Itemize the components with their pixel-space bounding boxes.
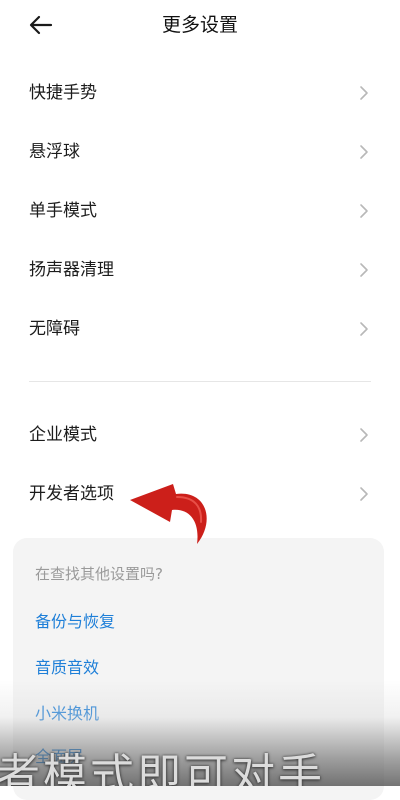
chevron-right-icon — [360, 487, 368, 501]
menu-item-developer-options[interactable]: 开发者选项 — [0, 467, 400, 521]
suggestion-link-sound-quality[interactable]: 音质音效 — [35, 655, 99, 681]
menu-item-floating-ball[interactable]: 悬浮球 — [0, 125, 400, 179]
suggestion-link-backup-restore[interactable]: 备份与恢复 — [35, 609, 115, 635]
menu-item-one-handed-mode[interactable]: 单手模式 — [0, 184, 400, 238]
chevron-right-icon — [360, 322, 368, 336]
chevron-right-icon — [360, 204, 368, 218]
menu-item-enterprise-mode[interactable]: 企业模式 — [0, 408, 400, 462]
menu-item-label: 快捷手势 — [29, 83, 97, 103]
page-title: 更多设置 — [161, 14, 238, 36]
menu-item-speaker-cleaner[interactable]: 扬声器清理 — [0, 243, 400, 297]
menu-item-quick-gestures[interactable]: 快捷手势 — [0, 66, 400, 120]
video-caption: 者模式即可对手 — [0, 750, 325, 786]
chevron-right-icon — [360, 86, 368, 100]
chevron-right-icon — [360, 263, 368, 277]
menu-item-label: 企业模式 — [29, 425, 97, 445]
suggestion-hint: 在查找其他设置吗? — [35, 565, 163, 583]
chevron-right-icon — [360, 428, 368, 442]
menu-item-label: 单手模式 — [29, 201, 97, 221]
suggestion-link-mi-mover[interactable]: 小米换机 — [35, 701, 99, 727]
top-bar: 更多设置 — [0, 0, 400, 50]
menu-item-accessibility[interactable]: 无障碍 — [0, 302, 400, 356]
menu-item-label: 悬浮球 — [29, 142, 80, 162]
menu-item-label: 开发者选项 — [29, 484, 114, 504]
menu-item-label: 无障碍 — [29, 319, 80, 339]
section-divider — [29, 381, 371, 382]
chevron-right-icon — [360, 145, 368, 159]
menu-item-label: 扬声器清理 — [29, 260, 114, 280]
